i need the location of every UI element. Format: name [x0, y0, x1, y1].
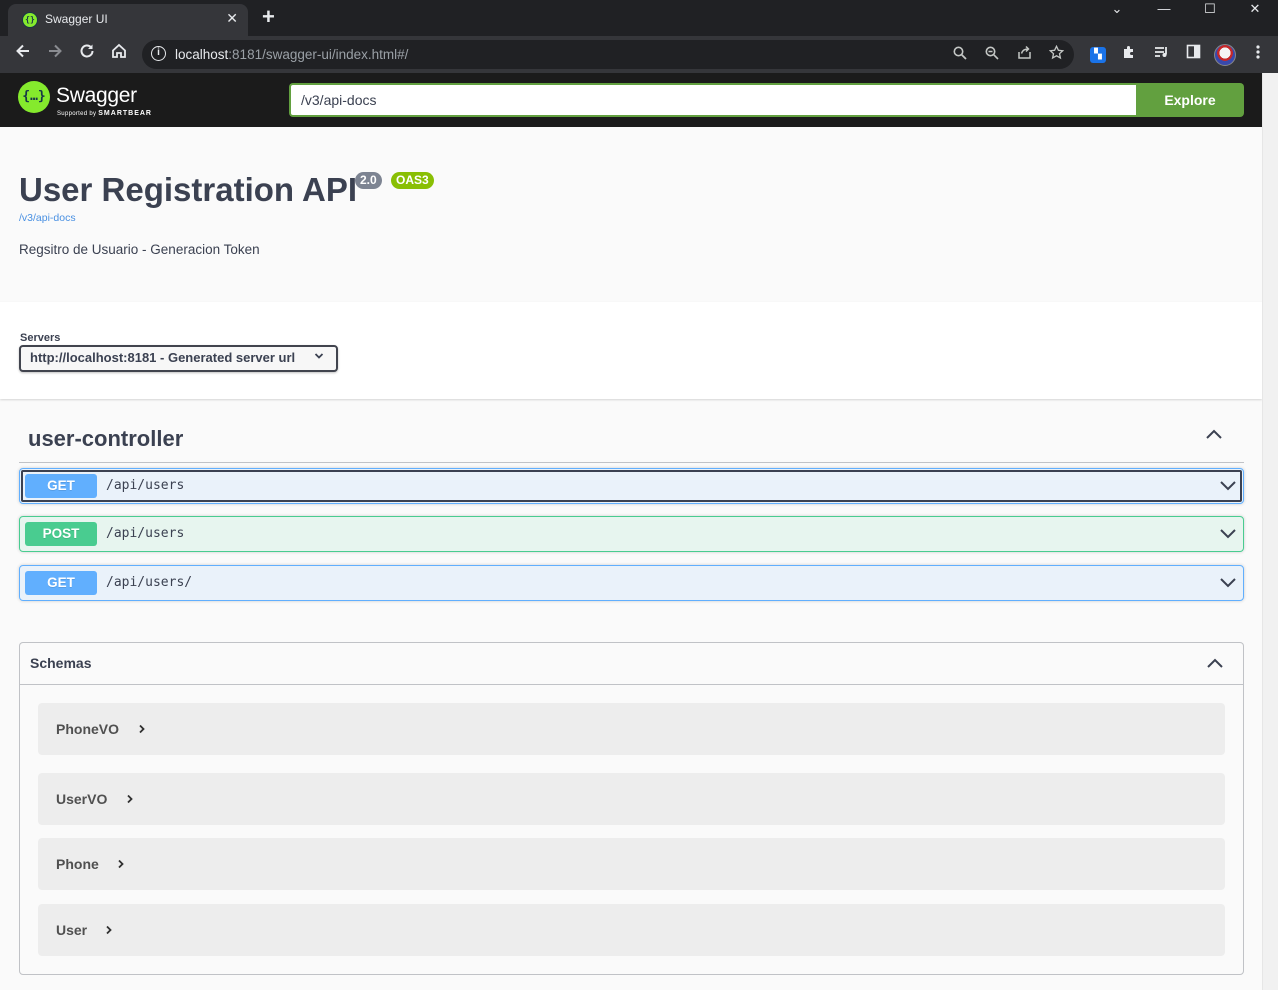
- bookmark-star-icon[interactable]: [1046, 44, 1066, 65]
- browser-tab-strip: {} Swagger UI ✕ + ⌄ — ☐ ✕: [0, 0, 1278, 36]
- chevron-right-icon[interactable]: [126, 792, 134, 807]
- share-icon[interactable]: [1014, 45, 1034, 65]
- address-bar[interactable]: i localhost:8181/swagger-ui/index.html#/: [142, 40, 1074, 69]
- chevron-down-icon: [314, 351, 324, 363]
- tab-search-icon[interactable]: ⌄: [1094, 0, 1140, 20]
- home-icon[interactable]: [106, 42, 132, 68]
- spec-url-input[interactable]: [289, 83, 1137, 117]
- page-scrollbar[interactable]: [1262, 73, 1278, 990]
- operation-path: /api/users/: [106, 575, 193, 590]
- schema-model-user[interactable]: User: [38, 904, 1225, 956]
- schema-model-name: PhoneVO: [56, 721, 120, 737]
- schemas-title: Schemas: [30, 655, 92, 671]
- new-tab-button[interactable]: +: [262, 4, 275, 30]
- chevron-up-icon[interactable]: [1205, 427, 1223, 445]
- tab-close-icon[interactable]: ✕: [226, 10, 238, 27]
- api-description: Regsitro de Usuario - Generacion Token: [19, 242, 260, 257]
- site-info-icon[interactable]: i: [151, 46, 166, 61]
- schema-model-name: User: [56, 922, 88, 938]
- servers-section: Servers http://localhost:8181 - Generate…: [0, 302, 1262, 399]
- address-bar-url[interactable]: localhost:8181/swagger-ui/index.html#/: [175, 47, 408, 62]
- swagger-topbar: {…} Swagger Supported by SMARTBEAR Explo…: [0, 73, 1262, 127]
- chevron-right-icon[interactable]: [105, 923, 113, 938]
- zoom-out-icon[interactable]: [982, 45, 1002, 65]
- window-close-button[interactable]: ✕: [1232, 0, 1278, 20]
- spec-link[interactable]: /v3/api-docs: [19, 212, 76, 224]
- swagger-brand[interactable]: Swagger: [56, 84, 137, 108]
- kebab-menu-icon[interactable]: [1247, 44, 1269, 66]
- method-badge: POST: [25, 522, 97, 546]
- version-badge: 2.0: [355, 172, 382, 189]
- swagger-brand-sub: Supported by SMARTBEAR: [57, 110, 152, 117]
- tag-section-header[interactable]: user-controller: [19, 413, 1244, 463]
- back-arrow-icon[interactable]: [10, 42, 36, 68]
- method-badge: GET: [25, 474, 97, 498]
- minimize-button[interactable]: —: [1141, 0, 1187, 20]
- operation-get-api-users-slash[interactable]: GET /api/users/: [19, 565, 1244, 601]
- maximize-button[interactable]: ☐: [1187, 0, 1233, 20]
- chevron-down-icon[interactable]: [1219, 576, 1237, 594]
- servers-label: Servers: [20, 332, 61, 344]
- schema-model-uservo[interactable]: UserVO: [38, 773, 1225, 825]
- search-icon[interactable]: [950, 45, 970, 65]
- extensions-puzzle-icon[interactable]: [1118, 44, 1140, 66]
- browser-tab[interactable]: {} Swagger UI ✕: [8, 4, 248, 36]
- api-title: User Registration API: [19, 171, 358, 208]
- tag-title: user-controller: [28, 426, 184, 451]
- profile-avatar[interactable]: [1214, 44, 1236, 66]
- chevron-up-icon[interactable]: [1206, 656, 1224, 674]
- forward-arrow-icon[interactable]: [42, 42, 68, 68]
- schema-model-phonevo[interactable]: PhoneVO: [38, 703, 1225, 755]
- tab-title: Swagger UI: [45, 12, 108, 26]
- servers-selected-value: http://localhost:8181 - Generated server…: [30, 350, 296, 365]
- operation-path: /api/users: [106, 478, 185, 493]
- swagger-logo-icon[interactable]: {…}: [18, 81, 50, 113]
- oas-badge: OAS3: [391, 172, 434, 189]
- schema-model-name: Phone: [56, 856, 99, 872]
- schema-model-name: UserVO: [56, 791, 108, 807]
- schemas-header[interactable]: Schemas: [20, 643, 1243, 685]
- schemas-section: Schemas PhoneVO UserVO Phone User: [19, 642, 1244, 975]
- reload-icon[interactable]: [74, 42, 100, 68]
- swagger-page: {…} Swagger Supported by SMARTBEAR Explo…: [0, 73, 1262, 990]
- method-badge: GET: [25, 571, 97, 595]
- chevron-right-icon[interactable]: [117, 857, 125, 872]
- chevron-right-icon[interactable]: [138, 722, 146, 737]
- browser-toolbar: i localhost:8181/swagger-ui/index.html#/…: [0, 36, 1278, 73]
- operation-path: /api/users: [106, 526, 185, 541]
- swagger-favicon-icon: {}: [22, 12, 38, 28]
- operation-get-api-users[interactable]: GET /api/users: [19, 468, 1244, 504]
- explore-button[interactable]: Explore: [1136, 83, 1244, 117]
- chevron-down-icon[interactable]: [1219, 527, 1237, 545]
- operation-post-api-users[interactable]: POST /api/users: [19, 516, 1244, 552]
- servers-select[interactable]: http://localhost:8181 - Generated server…: [19, 345, 338, 372]
- chevron-down-icon[interactable]: [1219, 479, 1237, 497]
- extension-blue-icon[interactable]: ▚: [1090, 47, 1106, 63]
- media-controls-icon[interactable]: [1150, 44, 1172, 66]
- side-panel-icon[interactable]: [1182, 44, 1204, 66]
- schema-model-phone[interactable]: Phone: [38, 838, 1225, 890]
